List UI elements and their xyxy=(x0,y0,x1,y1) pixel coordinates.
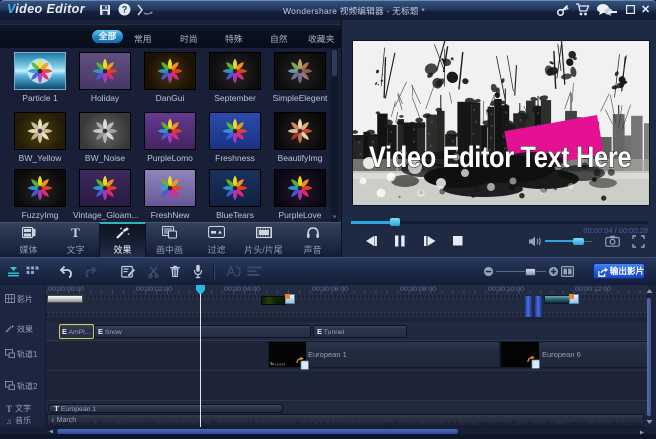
svg-text:Video Editor Text Here: Video Editor Text Here xyxy=(369,140,631,173)
svg-text:?: ? xyxy=(122,5,128,15)
